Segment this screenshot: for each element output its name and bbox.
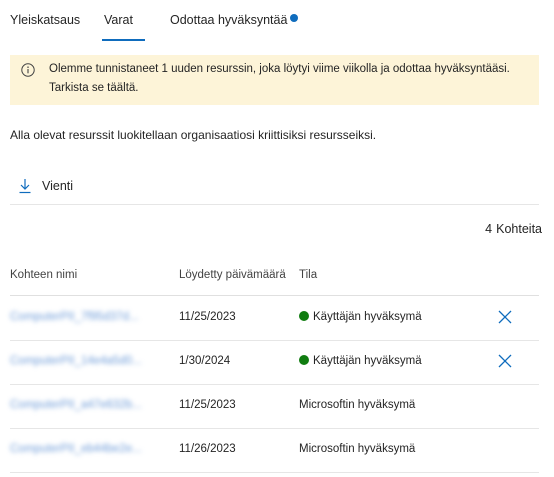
table-row: ComputerPII_7f95d37d... 11/25/2023 Käytt… (10, 296, 539, 341)
discovered-date: 11/26/2023 (179, 443, 236, 455)
status-cell: Käyttäjän hyväksymä (299, 355, 422, 367)
status-text: Käyttäjän hyväksymä (313, 311, 422, 323)
download-icon[interactable] (18, 178, 32, 194)
tab-bar: Yleiskatsaus Varat Odottaa hyväksyntää (10, 0, 540, 42)
discovered-date: 1/30/2024 (179, 355, 231, 367)
discovered-date: 11/25/2023 (179, 311, 236, 323)
table-row: ComputerPII_eb44be2e... 11/26/2023 Micro… (10, 428, 539, 473)
item-count-label: Kohteita (496, 222, 542, 236)
column-header-status[interactable]: Tila (299, 269, 317, 281)
banner-message: Olemme tunnistaneet 1 uuden resurssin, j… (49, 60, 529, 98)
tab-overview[interactable]: Yleiskatsaus (10, 13, 80, 27)
banner-line-1: Olemme tunnistaneet 1 uuden resurssin, j… (49, 63, 510, 75)
table-row: ComputerPII_a47e632b... 11/25/2023 Micro… (10, 384, 539, 429)
tab-assets[interactable]: Varat (104, 13, 133, 27)
info-icon (21, 63, 35, 77)
table-row: ComputerPII_14e4a5d0... 1/30/2024 Käyttä… (10, 340, 539, 385)
status-text: Microsoftin hyväksymä (299, 399, 416, 411)
column-header-date[interactable]: Löydetty päivämäärä (179, 269, 286, 281)
remove-icon[interactable] (497, 353, 513, 369)
tab-pending-approval[interactable]: Odottaa hyväksyntää (170, 13, 299, 27)
status-cell: Käyttäjän hyväksymä (299, 311, 422, 323)
status-text: Microsoftin hyväksymä (299, 443, 416, 455)
export-button[interactable]: Vienti (42, 179, 73, 193)
discovered-date: 11/25/2023 (179, 399, 236, 411)
asset-name-link[interactable]: ComputerPII_a47e632b... (10, 399, 142, 411)
status-dot (299, 355, 309, 365)
asset-name-link[interactable]: ComputerPII_14e4a5d0... (10, 355, 142, 367)
notification-dot (290, 14, 299, 22)
remove-icon[interactable] (497, 309, 513, 325)
column-header-name[interactable]: Kohteen nimi (10, 269, 77, 281)
selected-tab-indicator (102, 39, 145, 41)
item-count: 4 Kohteita (485, 222, 542, 236)
status-dot (299, 311, 309, 321)
toolbar-divider (10, 204, 539, 205)
tab-pending-approval-label: Odottaa hyväksyntää (170, 13, 288, 27)
page-description: Alla olevat resurssit luokitellaan organ… (10, 128, 377, 142)
asset-name-link[interactable]: ComputerPII_7f95d37d... (10, 311, 139, 323)
item-count-number: 4 (485, 222, 493, 236)
status-text: Käyttäjän hyväksymä (313, 355, 422, 367)
asset-name-link[interactable]: ComputerPII_eb44be2e... (10, 443, 142, 455)
info-banner: Olemme tunnistaneet 1 uuden resurssin, j… (10, 55, 539, 105)
banner-line-2[interactable]: Tarkista se täältä. (49, 79, 529, 98)
